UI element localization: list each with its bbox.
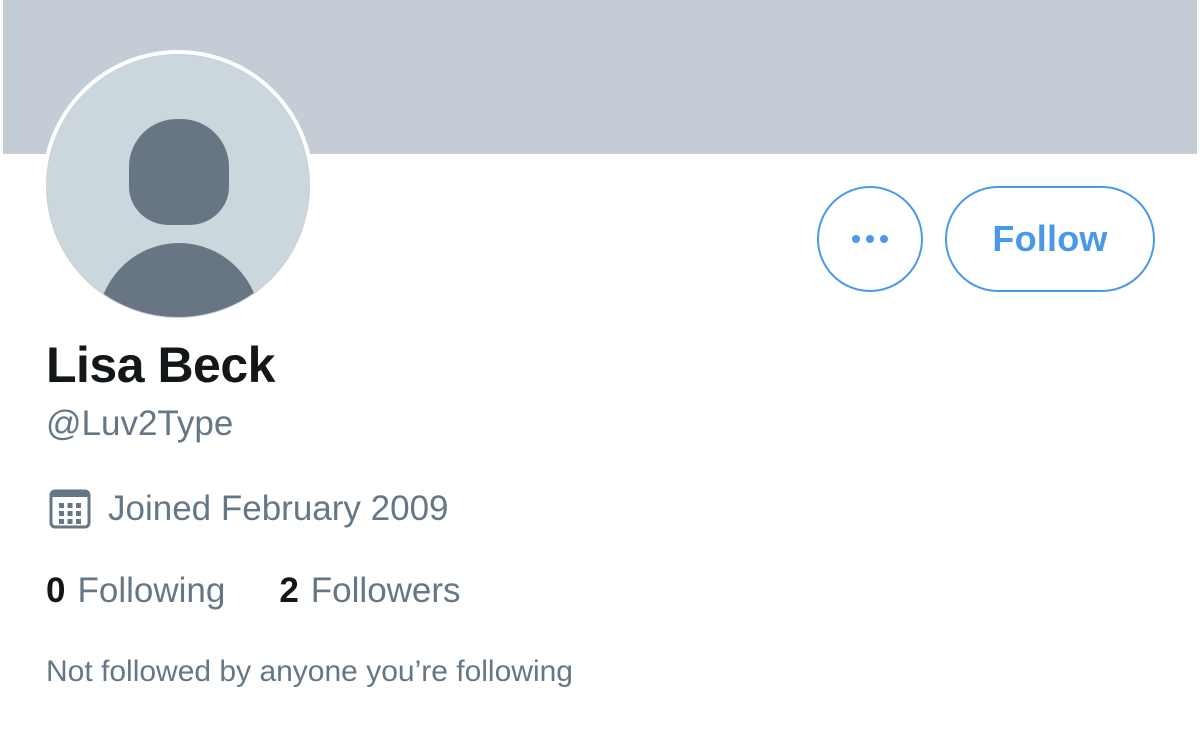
followers-you-know-note: Not followed by anyone you’re following (46, 655, 573, 688)
profile-handle: @Luv2Type (46, 404, 234, 443)
following-count: 0 (46, 571, 66, 610)
joined-label: Joined February 2009 (108, 489, 449, 528)
profile-name: Lisa Beck (46, 337, 275, 393)
followers-label: Followers (310, 571, 461, 610)
more-horizontal-icon (849, 235, 891, 243)
following-link[interactable]: 0 Following (46, 571, 225, 611)
follow-button[interactable]: Follow (945, 186, 1155, 292)
default-avatar-icon (46, 54, 310, 318)
avatar-head-shape (129, 119, 229, 225)
calendar-icon (49, 489, 91, 529)
profile-stats: 0 Following 2 Followers (46, 571, 461, 611)
following-label: Following (77, 571, 226, 610)
followers-link[interactable]: 2 Followers (279, 571, 460, 611)
avatar[interactable] (42, 50, 314, 322)
followers-count: 2 (279, 571, 299, 610)
joined-date: Joined February 2009 (48, 487, 449, 531)
avatar-body-shape (97, 243, 261, 317)
more-options-button[interactable] (817, 186, 923, 292)
